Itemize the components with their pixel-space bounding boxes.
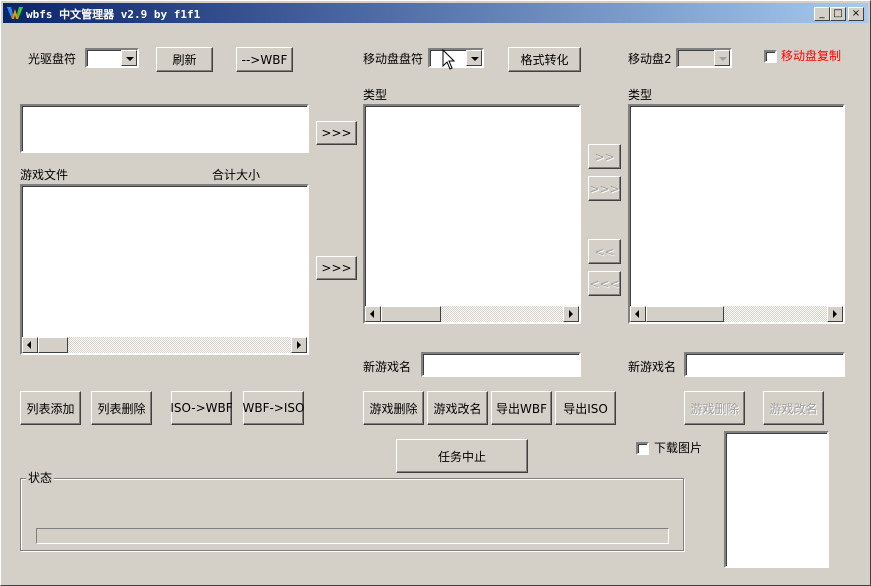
add-to-usb-button[interactable]: >>> <box>316 121 357 145</box>
usb2-rename-game-button[interactable]: 游戏改名 <box>763 391 824 425</box>
usb2-new-name-input[interactable] <box>684 352 845 377</box>
drive-letter-select[interactable] <box>85 48 139 68</box>
horizontal-scrollbar[interactable] <box>365 306 579 322</box>
usb1-delete-game-button[interactable]: 游戏删除 <box>363 391 424 425</box>
usb-copy-checkbox[interactable] <box>764 50 777 63</box>
usb-drive-label: 移动盘盘符 <box>363 52 424 66</box>
usb1-rename-game-button[interactable]: 游戏改名 <box>427 391 488 425</box>
usb2-delete-game-button[interactable]: 游戏删除 <box>684 391 745 425</box>
format-convert-button[interactable]: 格式转化 <box>508 47 581 72</box>
scroll-right-icon[interactable] <box>827 306 843 322</box>
download-images-label: 下载图片 <box>654 441 703 455</box>
usb-drive-select[interactable] <box>428 48 484 68</box>
usb2-type-label: 类型 <box>628 88 653 102</box>
move-all-left-button[interactable]: <<< <box>588 271 621 296</box>
game-file-column-header: 游戏文件 <box>20 168 69 182</box>
usb1-new-name-label: 新游戏名 <box>363 360 412 374</box>
close-button[interactable]: × <box>848 7 864 21</box>
source-path-box[interactable] <box>20 104 309 153</box>
total-size-column-header: 合计大小 <box>212 168 261 182</box>
move-all-right-button[interactable]: >>> <box>588 176 621 201</box>
mouse-cursor-icon <box>442 49 456 70</box>
download-images-checkbox[interactable] <box>636 442 649 455</box>
list-to-usb-button[interactable]: >>> <box>316 256 357 280</box>
usb-drive2-label: 移动盘2 <box>628 52 672 66</box>
horizontal-scrollbar[interactable] <box>22 337 307 353</box>
move-right-button[interactable]: >> <box>588 144 621 169</box>
minimize-button[interactable]: _ <box>814 7 830 21</box>
stop-task-button[interactable]: 任务中止 <box>396 439 528 473</box>
usb1-game-list[interactable] <box>363 104 581 324</box>
usb1-new-name-input[interactable] <box>421 352 581 377</box>
drive-letter-label: 光驱盘符 <box>28 52 77 66</box>
scroll-thumb[interactable] <box>646 306 724 322</box>
chevron-down-icon[interactable] <box>466 50 482 66</box>
maximize-button[interactable]: □ <box>830 7 846 21</box>
move-left-button[interactable]: << <box>588 239 621 264</box>
window-title: wbfs 中文管理器 v2.9 by f1f1 <box>26 8 201 21</box>
scroll-thumb[interactable] <box>381 306 441 322</box>
refresh-button[interactable]: 刷新 <box>156 47 213 72</box>
cover-image-box <box>724 431 829 568</box>
title-bar[interactable]: wbfs 中文管理器 v2.9 by f1f1 _ □ × <box>3 3 868 23</box>
usb2-new-name-label: 新游戏名 <box>628 360 677 374</box>
list-add-button[interactable]: 列表添加 <box>20 391 81 425</box>
scroll-right-icon[interactable] <box>291 337 307 353</box>
usb1-type-label: 类型 <box>363 88 388 102</box>
status-group-label: 状态 <box>26 471 55 485</box>
app-logo-icon <box>7 7 23 19</box>
chevron-down-icon[interactable] <box>714 50 730 66</box>
to-wbf-button[interactable]: -->WBF <box>236 47 293 72</box>
chevron-down-icon[interactable] <box>121 50 137 66</box>
scroll-left-icon[interactable] <box>630 306 646 322</box>
scroll-left-icon[interactable] <box>365 306 381 322</box>
horizontal-scrollbar[interactable] <box>630 306 843 322</box>
wbf-to-iso-button[interactable]: WBF->ISO <box>243 391 305 425</box>
export-wbf-button[interactable]: 导出WBF <box>491 391 552 425</box>
usb-copy-label: 移动盘复制 <box>781 49 842 63</box>
scroll-thumb[interactable] <box>38 337 68 353</box>
export-iso-button[interactable]: 导出ISO <box>555 391 616 425</box>
scroll-left-icon[interactable] <box>22 337 38 353</box>
main-window: wbfs 中文管理器 v2.9 by f1f1 _ □ × 光驱盘符 刷新 --… <box>0 0 871 586</box>
game-file-list[interactable] <box>20 184 309 355</box>
progress-bar <box>36 528 669 544</box>
list-delete-button[interactable]: 列表删除 <box>91 391 152 425</box>
usb2-game-list[interactable] <box>628 104 845 324</box>
scroll-right-icon[interactable] <box>563 306 579 322</box>
usb-drive2-select[interactable] <box>676 48 732 68</box>
iso-to-wbf-button[interactable]: ISO->WBF <box>170 391 233 425</box>
